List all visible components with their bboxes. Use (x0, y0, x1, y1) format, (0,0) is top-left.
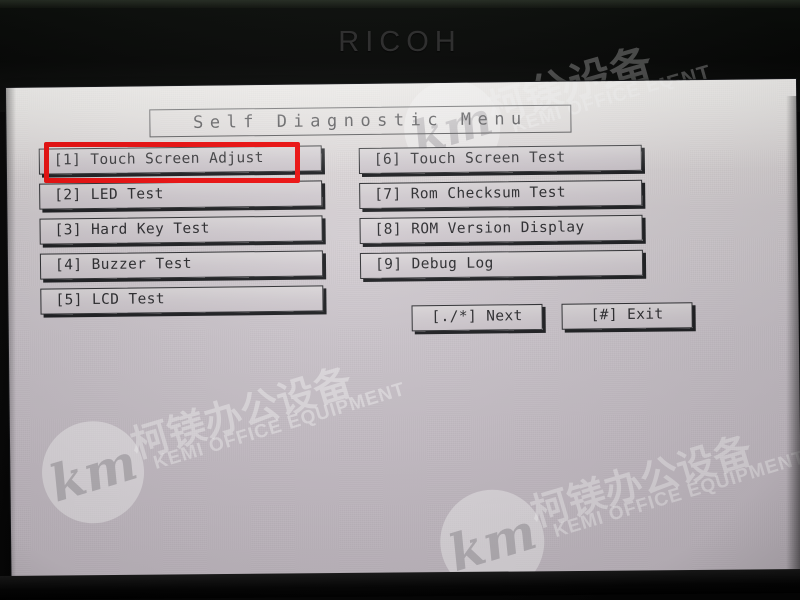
bezel-shadow-left (0, 86, 16, 586)
watermark-bottom-center: km 柯镁办公设备 KEMI OFFICE EQUIPMENT (427, 384, 800, 580)
watermark-left: km 柯镁办公设备 KEMI OFFICE EQUIPMENT (29, 318, 467, 553)
lcd-screen: km 柯镁办公设备 KEMI OFFICE EQUIPMENT km 柯镁办公设… (6, 79, 800, 580)
next-button[interactable]: [./*] Next (411, 303, 543, 332)
menu-item-label: [1] Touch Screen Adjust (53, 150, 264, 169)
menu-item-label: [4] Buzzer Test (54, 255, 193, 274)
menu-item-hard-key-test[interactable]: [3] Hard Key Test (39, 215, 323, 245)
menu-item-label: [9] Debug Log (374, 255, 494, 273)
menu-item-debug-log[interactable]: [9] Debug Log (359, 249, 644, 279)
next-button-label: [./*] Next (431, 308, 523, 326)
watermark-km-logo-bottom: km (441, 500, 543, 580)
watermark-chinese-left: 柯镁办公设备 (125, 359, 357, 467)
menu-item-label: [3] Hard Key Test (54, 220, 210, 239)
exit-button-label: [#] Exit (590, 306, 664, 324)
menu-item-buzzer-test[interactable]: [4] Buzzer Test (39, 250, 324, 280)
watermark-km-logo-left: km (42, 431, 144, 514)
menu-item-label: [2] LED Test (54, 186, 164, 204)
menu-item-touch-screen-test[interactable]: [6] Touch Screen Test (358, 144, 642, 175)
menu-item-lcd-test[interactable]: [5] LCD Test (40, 285, 324, 315)
watermark-chinese-bottom: 柯镁办公设备 (525, 427, 757, 536)
ricoh-brand-label: RICOH (338, 26, 462, 58)
exit-button[interactable]: [#] Exit (561, 302, 693, 330)
menu-item-label: [5] LCD Test (55, 291, 166, 309)
menu-item-touch-screen-adjust[interactable]: [1] Touch Screen Adjust (38, 145, 322, 175)
page-title: Self Diagnostic Menu (149, 104, 572, 138)
bezel-shadow-right (786, 96, 800, 586)
bezel-highlight (0, 0, 800, 8)
menu-item-label: [8] ROM Version Display (374, 219, 585, 238)
watermark-logo-circle-left: km (29, 408, 157, 536)
menu-item-label: [7] Rom Checksum Test (374, 184, 567, 203)
menu-item-rom-checksum-test[interactable]: [7] Rom Checksum Test (359, 179, 643, 209)
screenshot-root: RICOH 柯镁办公设备 KEMI OFFICE EQUIPMENT km 柯镁… (0, 0, 800, 600)
watermark-english-left: KEMI OFFICE EQUIPMENT (151, 378, 408, 474)
watermark-english-bottom: KEMI OFFICE EQUIPMENT (551, 447, 800, 543)
watermark-logo-circle-bottom: km (427, 477, 558, 580)
menu-item-label: [6] Touch Screen Test (373, 149, 566, 168)
menu-item-led-test[interactable]: [2] LED Test (39, 180, 323, 210)
menu-item-rom-version-display[interactable]: [8] ROM Version Display (359, 214, 643, 244)
